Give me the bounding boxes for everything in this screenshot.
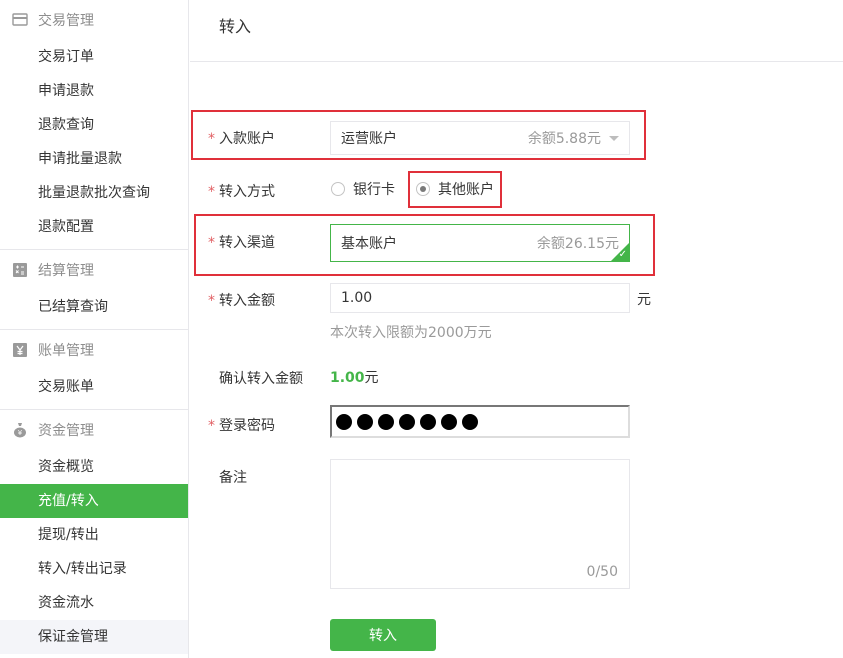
password-input[interactable] bbox=[330, 405, 630, 438]
nav-item-trade-bill[interactable]: 交易账单 bbox=[0, 370, 188, 404]
group-title-bill: 账单管理 bbox=[0, 330, 188, 370]
nav-item-trade-orders[interactable]: 交易订单 bbox=[0, 40, 188, 74]
amount-label-text: 转入金额 bbox=[219, 293, 275, 309]
password-dot bbox=[420, 413, 436, 430]
page-title: 转入 bbox=[219, 17, 252, 36]
nav-item-deposit-management[interactable]: 保证金管理 bbox=[0, 620, 188, 654]
transfer-in-submit-button[interactable]: 转入 bbox=[330, 619, 436, 651]
money-bag-icon: ¥ bbox=[12, 422, 28, 438]
nav-item-batch-refund[interactable]: 申请批量退款 bbox=[0, 142, 188, 176]
nav-item-fund-flow[interactable]: 资金流水 bbox=[0, 586, 188, 620]
amount-label: * 转入金额 bbox=[208, 290, 275, 310]
password-label: * 登录密码 bbox=[208, 415, 275, 435]
required-mark: * bbox=[208, 418, 215, 434]
group-title-funds: ¥ 资金管理 bbox=[0, 410, 188, 450]
title-divider bbox=[190, 61, 843, 62]
nav-item-withdraw-transfer-out[interactable]: 提现/转出 bbox=[0, 518, 188, 552]
note-textarea[interactable]: 0/50 bbox=[330, 459, 630, 589]
method-label: * 转入方式 bbox=[208, 181, 275, 201]
card-icon bbox=[12, 12, 28, 28]
group-label: 交易管理 bbox=[38, 13, 94, 29]
required-mark: * bbox=[208, 184, 215, 200]
svg-text:¥: ¥ bbox=[18, 429, 23, 437]
highlight-frame-other-account bbox=[408, 171, 502, 208]
method-option-bank-card[interactable]: 银行卡 bbox=[331, 179, 395, 199]
group-title-settlement: 结算管理 bbox=[0, 250, 188, 290]
group-label: 资金管理 bbox=[38, 423, 94, 439]
confirm-amount-number: 1.00 bbox=[330, 370, 365, 386]
password-dot bbox=[357, 413, 373, 430]
nav-item-refund-query[interactable]: 退款查询 bbox=[0, 108, 188, 142]
password-dot bbox=[336, 413, 352, 430]
main-content: 转入 * 入款账户 运营账户 余额5.88元 * 转入方式 银行卡 其他账户 * 转入… bbox=[190, 0, 843, 658]
nav-item-recharge-transfer-in[interactable]: 充值/转入 bbox=[0, 484, 188, 518]
group-title-trade: 交易管理 bbox=[0, 0, 188, 40]
password-dot bbox=[441, 413, 457, 430]
group-label: 结算管理 bbox=[38, 263, 94, 279]
nav-item-batch-refund-query[interactable]: 批量退款批次查询 bbox=[0, 176, 188, 210]
sidebar: 交易管理 交易订单 申请退款 退款查询 申请批量退款 批量退款批次查询 退款配置… bbox=[0, 0, 189, 658]
nav-item-funds-overview[interactable]: 资金概览 bbox=[0, 450, 188, 484]
amount-hint: 本次转入限额为2000万元 bbox=[330, 325, 492, 341]
password-label-text: 登录密码 bbox=[219, 418, 275, 434]
amount-input[interactable]: 1.00 bbox=[330, 283, 630, 313]
password-dot bbox=[378, 413, 394, 430]
password-dot bbox=[462, 413, 478, 430]
amount-unit: 元 bbox=[637, 292, 651, 308]
nav-item-apply-refund[interactable]: 申请退款 bbox=[0, 74, 188, 108]
nav-item-settled-query[interactable]: 已结算查询 bbox=[0, 290, 188, 324]
confirm-amount-value: 1.00元 bbox=[330, 367, 379, 387]
nav-item-transfer-records[interactable]: 转入/转出记录 bbox=[0, 552, 188, 586]
nav-item-refund-config[interactable]: 退款配置 bbox=[0, 210, 188, 244]
note-counter: 0/50 bbox=[586, 564, 618, 580]
highlight-frame-channel bbox=[194, 214, 655, 276]
yen-icon bbox=[12, 342, 28, 358]
note-label: 备注 bbox=[219, 470, 247, 486]
confirm-amount-label: 确认转入金额 bbox=[219, 371, 303, 387]
calculator-icon bbox=[12, 262, 28, 278]
radio-unchecked[interactable] bbox=[331, 182, 345, 196]
method-label-text: 转入方式 bbox=[219, 184, 275, 200]
group-label: 账单管理 bbox=[38, 343, 94, 359]
method-option-label: 银行卡 bbox=[353, 182, 395, 198]
required-mark: * bbox=[208, 293, 215, 309]
password-dot bbox=[399, 413, 415, 430]
highlight-frame-source-account bbox=[191, 110, 646, 160]
confirm-amount-unit: 元 bbox=[364, 370, 379, 386]
